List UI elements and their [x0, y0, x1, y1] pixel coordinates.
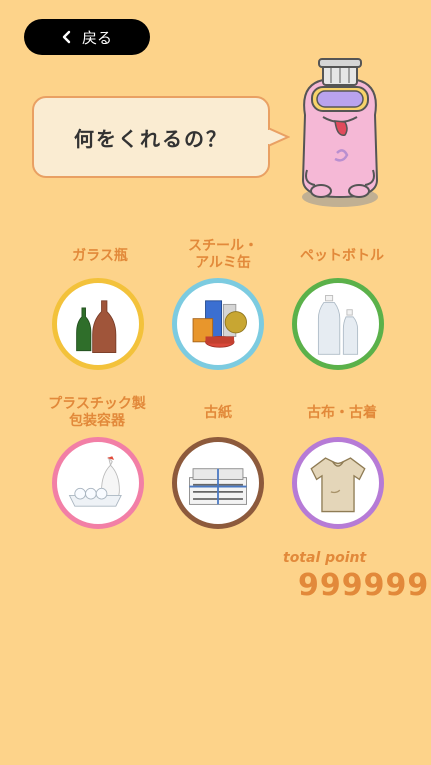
mascot-character [301, 58, 379, 207]
glass-bottles-icon [76, 300, 117, 353]
plastic-packaging-icon [68, 456, 122, 507]
pet-bottles-icon [317, 295, 359, 355]
category-glass-button[interactable] [52, 278, 144, 370]
back-button-label: 戻る [82, 28, 113, 47]
category-label-cans: スチール・ アルミ缶 [158, 238, 288, 272]
old-clothes-icon [310, 457, 366, 513]
total-point-label: total point [283, 550, 367, 566]
back-button[interactable]: 戻る [24, 19, 150, 55]
category-cloth-button[interactable] [292, 437, 384, 529]
category-plastic-button[interactable] [52, 437, 144, 529]
category-paper-button[interactable] [172, 437, 264, 529]
chevron-left-icon [62, 30, 71, 44]
category-label-paper: 古紙 [204, 405, 232, 421]
newspaper-icon [189, 468, 247, 505]
category-label-cloth: 古布・古着 [307, 405, 377, 421]
category-label-plastic-text: プラスチック製 包装容器 [48, 396, 146, 429]
speech-bubble: 何をくれるの？ [32, 96, 270, 178]
category-pet-button[interactable] [292, 278, 384, 370]
category-label-glass: ガラス瓶 [72, 248, 128, 264]
speech-bubble-text: 何をくれるの？ [74, 126, 228, 151]
category-label-cans-text: スチール・ アルミ缶 [188, 238, 258, 271]
category-label-pet: ペットボトル [300, 248, 384, 264]
cans-icon [192, 300, 247, 348]
category-cans-button[interactable] [172, 278, 264, 370]
category-label-plastic: プラスチック製 包装容器 [32, 396, 162, 430]
total-point-value: 999999 [298, 568, 430, 603]
